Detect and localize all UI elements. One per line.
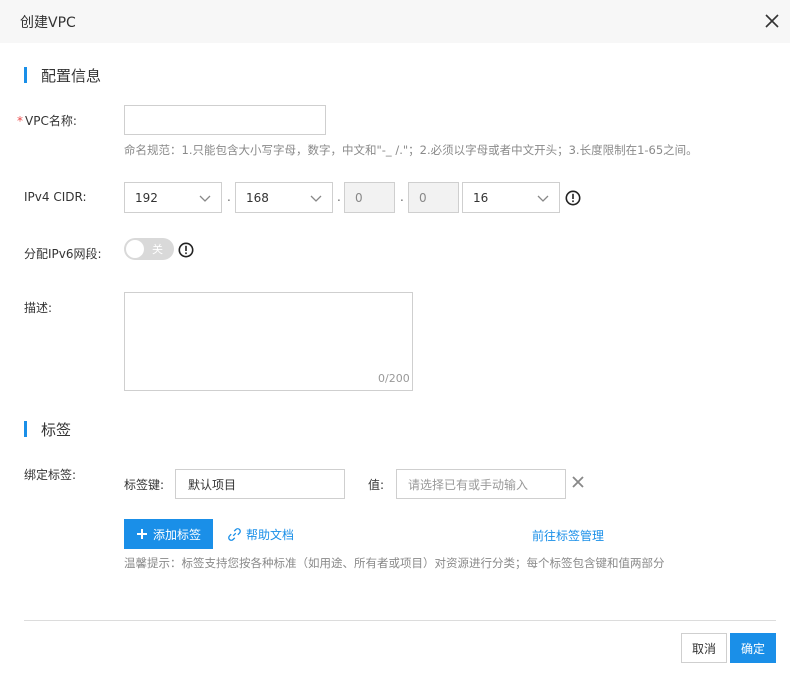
close-icon[interactable] — [763, 12, 781, 30]
section-tags: 标签 — [24, 420, 72, 439]
cancel-button[interactable]: 取消 — [681, 633, 727, 663]
cidr-octet3-value: 0 — [355, 190, 363, 205]
create-vpc-dialog: 创建VPC 配置信息 * VPC名称: 命名规范：1.只能包含大小写字母，数字，中… — [0, 0, 790, 673]
cidr-separator: . — [337, 190, 341, 204]
help-docs-link[interactable]: 帮助文档 — [227, 526, 294, 543]
cidr-octet1-value: 192 — [135, 190, 158, 205]
add-tag-label: 添加标签 — [152, 527, 201, 542]
toggle-knob — [126, 240, 144, 258]
warning-circle-icon[interactable] — [178, 242, 194, 258]
tag-value-placeholder: 请选择已有或手动输入 — [408, 477, 529, 492]
plus-icon — [136, 529, 147, 539]
cidr-separator: . — [227, 190, 231, 204]
cidr-mask-select[interactable]: 16 — [462, 182, 560, 213]
close-icon[interactable] — [572, 476, 584, 488]
tag-key-label: 标签键: — [124, 478, 165, 492]
cidr-octet4-field: 0 — [408, 182, 459, 213]
section-accent-bar — [24, 67, 27, 83]
tags-tip: 温馨提示：标签支持您按各种标准（如用途、所有者或项目）对资源进行分类；每个标签包… — [124, 556, 665, 570]
tag-value-label: 值: — [368, 478, 385, 492]
cidr-label: IPv4 CIDR: — [24, 190, 87, 204]
add-tag-button[interactable]: 添加标签 — [124, 519, 213, 549]
required-mark: * — [17, 114, 23, 128]
vpc-name-hint: 命名规范：1.只能包含大小写字母，数字，中文和"-_ /."；2.必须以字母或者… — [124, 143, 698, 157]
chevron-down-icon — [199, 195, 211, 202]
vpc-name-label: * VPC名称: — [17, 112, 77, 129]
ipv6-toggle-text: 关 — [152, 243, 163, 256]
confirm-button[interactable]: 确定 — [730, 633, 776, 663]
cidr-separator: . — [400, 190, 404, 204]
description-counter: 0/200 — [378, 372, 410, 385]
cidr-octet4-value: 0 — [419, 190, 427, 205]
warning-circle-icon[interactable] — [565, 190, 581, 206]
cidr-octet1-select[interactable]: 192 — [124, 182, 222, 213]
link-icon — [228, 528, 241, 541]
description-textarea[interactable] — [124, 292, 413, 391]
ipv6-label: 分配IPv6网段: — [24, 247, 102, 261]
cidr-octet3-field: 0 — [344, 182, 395, 213]
chevron-down-icon — [537, 195, 549, 202]
cidr-octet2-select[interactable]: 168 — [235, 182, 333, 213]
tag-key-input[interactable]: 默认项目 — [175, 469, 345, 499]
vpc-name-input[interactable] — [124, 105, 326, 135]
bind-tags-label: 绑定标签: — [24, 468, 77, 482]
tag-key-value: 默认项目 — [188, 477, 237, 492]
vpc-name-label-text: VPC名称: — [25, 114, 77, 128]
ipv6-toggle[interactable]: 关 — [124, 238, 174, 260]
cidr-mask-value: 16 — [473, 190, 489, 205]
dialog-title: 创建VPC — [20, 15, 76, 31]
help-docs-label: 帮助文档 — [246, 528, 295, 542]
section-tags-title: 标签 — [41, 420, 72, 439]
manage-tags-link[interactable]: 前往标签管理 — [532, 527, 604, 544]
section-config: 配置信息 — [24, 66, 102, 85]
section-accent-bar — [24, 421, 27, 437]
description-label: 描述: — [24, 301, 53, 315]
footer-divider — [24, 620, 776, 621]
section-config-title: 配置信息 — [41, 66, 102, 85]
chevron-down-icon — [310, 195, 322, 202]
tag-value-input[interactable]: 请选择已有或手动输入 — [396, 469, 566, 499]
dialog-header: 创建VPC — [0, 0, 790, 43]
cidr-octet2-value: 168 — [246, 190, 269, 205]
